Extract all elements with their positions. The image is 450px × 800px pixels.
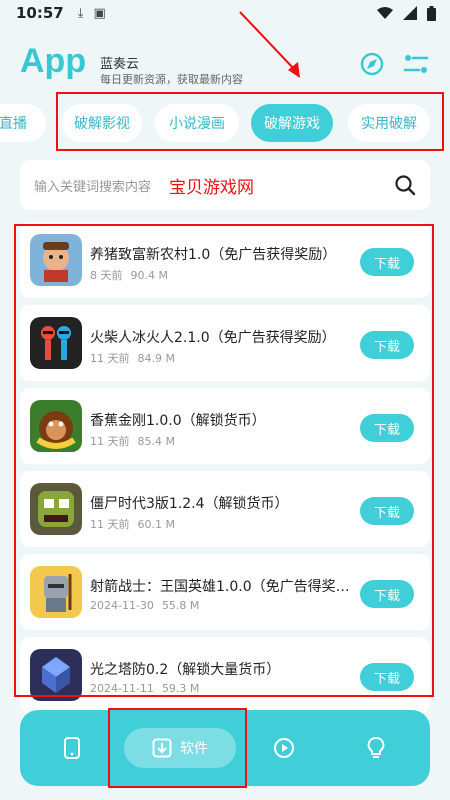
app-header: App 蓝奏云 每日更新资源，获取最新内容 [0,40,450,92]
signal-icon [403,6,417,20]
pig-farm-game-icon [30,234,82,286]
compass-icon[interactable] [358,50,386,78]
download-button[interactable]: 下载 [360,580,414,608]
download-button[interactable]: 下载 [360,497,414,525]
app-size: 60.1 M [137,518,175,531]
app-meta: 11 天前 84.9 M [90,350,183,366]
app-date: 11 天前 [90,518,130,531]
nav-software-label: 软件 [180,741,208,757]
phone-icon [64,737,80,759]
download-button[interactable]: 下载 [360,331,414,359]
app-notification-icon: ▣ [93,5,106,21]
download-button[interactable]: 下载 [360,414,414,442]
list-item[interactable]: 香蕉金刚1.0.0（解锁货币） 11 天前 85.4 M 下载 [20,388,430,464]
app-title: 养猪致富新农村1.0（免广告获得奖励） [90,247,337,263]
archer-warrior-game-icon [30,566,82,618]
filter-settings-icon[interactable] [402,50,430,78]
nav-video[interactable] [264,728,304,768]
zombie-age-game-icon [30,483,82,535]
tab-utility-cracks[interactable]: 实用破解 [348,104,430,142]
download-button[interactable]: 下载 [360,248,414,276]
app-size: 85.4 M [137,435,175,448]
tower-defense-game-icon [30,649,82,701]
download-status-icon: ⤓ [77,5,84,21]
search-bar[interactable]: 输入关键词搜索内容 宝贝游戏网 [20,160,430,210]
app-meta: 11 天前 60.1 M [90,516,183,532]
download-box-icon [152,738,172,758]
nav-software[interactable]: 软件 [124,728,236,768]
list-item[interactable]: 养猪致富新农村1.0（免广告获得奖励） 8 天前 90.4 M 下载 [20,222,430,298]
app-size: 90.4 M [130,269,168,282]
status-bar: 10:57 ⤓ ▣ [0,0,450,26]
search-icon[interactable] [394,174,416,196]
app-size: 55.8 M [161,599,200,612]
app-meta: 8 天前 90.4 M [90,267,176,283]
tab-cracked-video[interactable]: 破解影视 [62,104,142,142]
app-list: 养猪致富新农村1.0（免广告获得奖励） 8 天前 90.4 M 下载 火柴人冰火人… [20,222,430,720]
list-item[interactable]: 僵尸时代3版1.2.4（解锁货币） 11 天前 60.1 M 下载 [20,471,430,547]
tab-novel-comic[interactable]: 小说漫画 [155,104,239,142]
nav-ideas[interactable] [356,728,396,768]
bottom-nav: 软件 [20,710,430,786]
tagline: 每日更新资源，获取最新内容 [100,73,243,86]
app-title: 射箭战士：王国英雄1.0.0（免广告得奖励） [90,579,352,595]
app-date: 11 天前 [90,352,130,365]
banana-kong-game-icon [30,400,82,452]
app-title: 光之塔防0.2（解锁大量货币） [90,662,281,678]
stickman-game-icon [30,317,82,369]
list-item[interactable]: 火柴人冰火人2.1.0（免广告获得奖励） 11 天前 84.9 M 下载 [20,305,430,381]
download-button[interactable]: 下载 [360,663,414,691]
list-item[interactable]: 射箭战士：王国英雄1.0.0（免广告得奖励） 2024-11-30 55.8 M … [20,554,430,630]
search-placeholder: 输入关键词搜索内容 [34,179,152,195]
app-meta: 2024-11-30 55.8 M [90,599,207,612]
list-item[interactable]: 光之塔防0.2（解锁大量货币） 2024-11-11 59.3 M 下载 [20,637,430,713]
category-tabs: 直播 破解影视 小说漫画 破解游戏 实用破解 [0,100,450,146]
app-size: 84.9 M [137,352,175,365]
app-date: 2024-11-30 [90,599,154,612]
app-date: 11 天前 [90,435,130,448]
play-circle-icon [274,738,294,758]
app-meta: 11 天前 85.4 M [90,433,183,449]
tab-live[interactable]: 直播 [0,104,46,142]
app-title: 香蕉金刚1.0.0（解锁货币） [90,413,266,429]
app-size: 59.3 M [161,682,200,695]
battery-icon [427,5,436,21]
app-date: 8 天前 [90,269,123,282]
app-date: 2024-11-11 [90,682,154,695]
app-meta: 2024-11-11 59.3 M [90,682,207,695]
brand-name: 蓝奏云 [100,57,140,72]
status-time: 10:57 [16,4,64,22]
app-title: 火柴人冰火人2.1.0（免广告获得奖励） [90,330,336,346]
app-logo: App [20,42,87,80]
nav-phone[interactable] [52,728,92,768]
app-title: 僵尸时代3版1.2.4（解锁货币） [90,496,289,512]
wifi-icon [377,7,393,19]
tab-cracked-games[interactable]: 破解游戏 [251,104,333,142]
watermark-text: 宝贝游戏网 [169,177,255,198]
bulb-icon [367,737,385,758]
